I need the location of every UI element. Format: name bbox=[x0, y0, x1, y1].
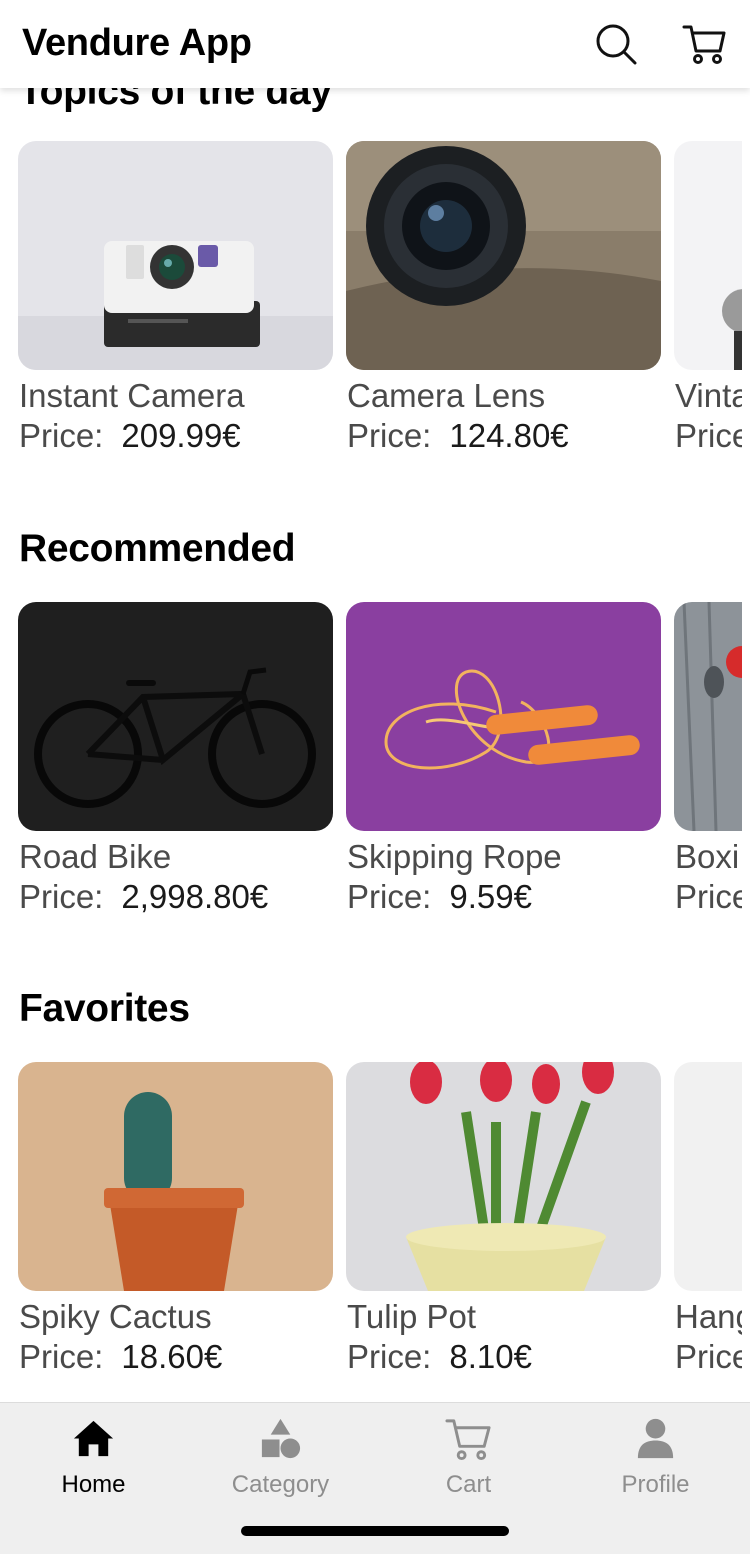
tab-home[interactable]: Home bbox=[0, 1403, 187, 1513]
product-image[interactable] bbox=[18, 1062, 333, 1291]
price-value: 2,998.80€ bbox=[121, 878, 269, 915]
partial-card-clip: Hang Price bbox=[674, 1062, 742, 1392]
price-value: 209.99€ bbox=[121, 417, 241, 454]
product-name: Boxi bbox=[675, 838, 740, 875]
instant-camera-photo bbox=[18, 141, 333, 370]
cart-icon[interactable] bbox=[682, 22, 726, 66]
vintage-product-photo bbox=[674, 141, 742, 370]
tulip-pot-photo bbox=[346, 1062, 661, 1291]
product-name: Road Bike bbox=[19, 838, 172, 875]
product-image[interactable] bbox=[674, 141, 742, 370]
product-name: Spiky Cactus bbox=[19, 1298, 212, 1335]
price-label: Price: bbox=[19, 1338, 104, 1375]
partial-card-clip: Vinta Price bbox=[674, 141, 742, 471]
tab-profile[interactable]: Profile bbox=[562, 1403, 749, 1513]
product-image[interactable] bbox=[18, 602, 333, 831]
product-image[interactable] bbox=[346, 141, 661, 370]
product-image[interactable] bbox=[18, 141, 333, 370]
price-label: Price: bbox=[347, 417, 432, 454]
price-label: Price bbox=[675, 878, 742, 915]
tab-label: Cart bbox=[445, 1471, 492, 1498]
cart-icon bbox=[445, 1419, 491, 1461]
category-icon bbox=[261, 1418, 301, 1459]
home-scroll-content[interactable]: Topics of the day Instant Camera Price: … bbox=[0, 0, 750, 1402]
product-price-row: Price: 9.59€ bbox=[347, 878, 532, 916]
product-price-row: Price: 8.10€ bbox=[347, 1338, 532, 1376]
section-title: Favorites bbox=[19, 987, 190, 1030]
road-bike-photo bbox=[18, 602, 333, 831]
tab-cart[interactable]: Cart bbox=[375, 1403, 562, 1513]
app-header: Vendure App bbox=[0, 0, 750, 88]
tab-category[interactable]: Category bbox=[187, 1403, 374, 1513]
price-label: Price bbox=[675, 417, 742, 454]
price-value: 9.59€ bbox=[449, 878, 532, 915]
spiky-cactus-photo bbox=[18, 1062, 333, 1291]
product-name: Hang bbox=[675, 1298, 742, 1335]
product-image[interactable] bbox=[346, 602, 661, 831]
product-price-row: Price: 209.99€ bbox=[19, 417, 241, 455]
product-price-row: Price: 124.80€ bbox=[347, 417, 569, 455]
partial-card-clip: Boxi Price bbox=[674, 602, 742, 932]
product-price-row: Price: 2,998.80€ bbox=[19, 878, 268, 916]
price-value: 18.60€ bbox=[121, 1338, 223, 1375]
product-image[interactable] bbox=[674, 1062, 742, 1291]
search-icon[interactable] bbox=[594, 22, 638, 66]
price-label: Price: bbox=[347, 1338, 432, 1375]
product-name: Tulip Pot bbox=[347, 1298, 477, 1335]
product-price-row: Price bbox=[675, 1338, 742, 1376]
profile-icon bbox=[637, 1418, 674, 1459]
tab-label: Profile bbox=[621, 1471, 690, 1498]
section-title: Recommended bbox=[19, 527, 296, 570]
price-label: Price bbox=[675, 1338, 742, 1375]
product-name: Vinta bbox=[675, 377, 742, 414]
tab-label: Home bbox=[61, 1471, 126, 1498]
camera-lens-photo bbox=[346, 141, 661, 370]
tab-label: Category bbox=[231, 1471, 330, 1498]
product-price-row: Price: 18.60€ bbox=[19, 1338, 222, 1376]
boxing-product-photo bbox=[674, 602, 742, 831]
home-indicator[interactable] bbox=[241, 1526, 509, 1536]
price-value: 8.10€ bbox=[449, 1338, 532, 1375]
product-price-row: Price bbox=[675, 878, 742, 916]
home-icon bbox=[73, 1420, 114, 1457]
product-name: Instant Camera bbox=[19, 377, 245, 414]
app-title: Vendure App bbox=[22, 22, 252, 64]
price-label: Price: bbox=[19, 417, 104, 454]
skipping-rope-photo bbox=[346, 602, 661, 831]
price-value: 124.80€ bbox=[449, 417, 569, 454]
product-name: Skipping Rope bbox=[347, 838, 562, 875]
product-name: Camera Lens bbox=[347, 377, 546, 414]
product-image[interactable] bbox=[346, 1062, 661, 1291]
price-label: Price: bbox=[347, 878, 432, 915]
price-label: Price: bbox=[19, 878, 104, 915]
product-price-row: Price bbox=[675, 417, 742, 455]
hanging-product-photo bbox=[674, 1062, 742, 1291]
product-image[interactable] bbox=[674, 602, 742, 831]
